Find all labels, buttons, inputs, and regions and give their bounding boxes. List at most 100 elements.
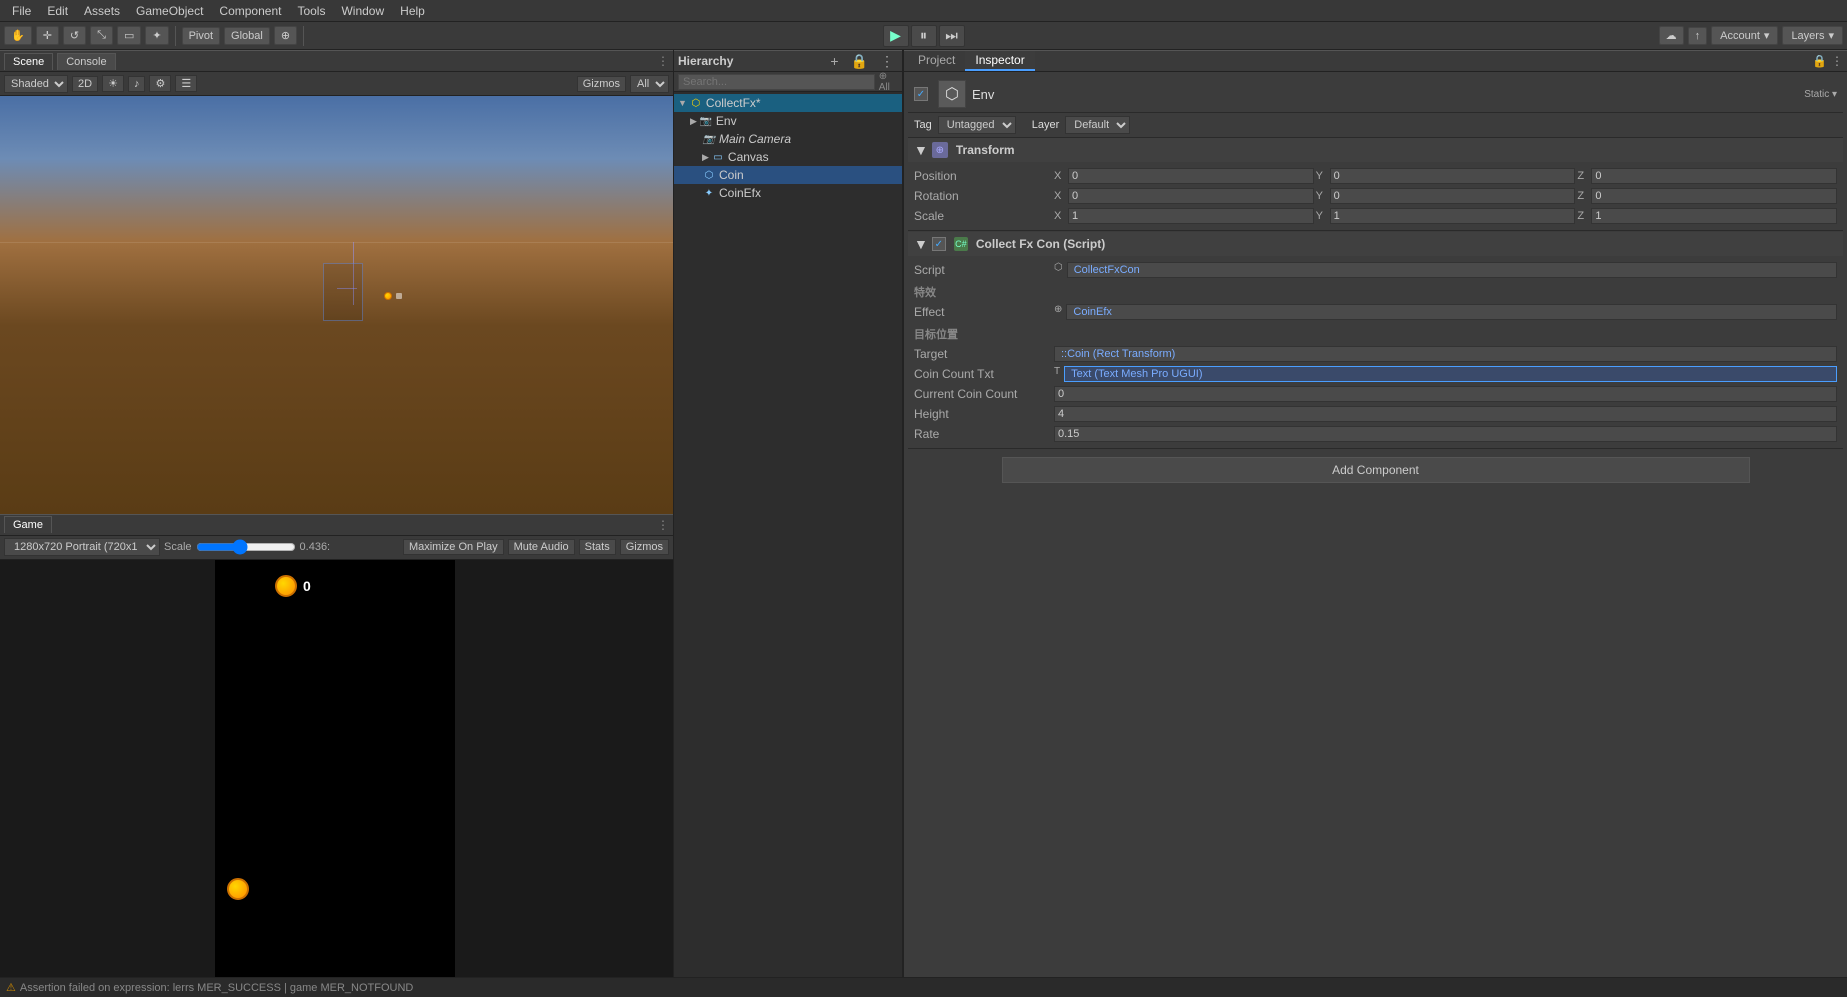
mute-btn[interactable]: Mute Audio — [508, 539, 575, 555]
layers-button[interactable]: Layers ▾ — [1782, 26, 1843, 45]
scene-settings-btn[interactable]: ☰ — [175, 75, 197, 92]
position-row: Position X Y Z — [908, 166, 1843, 186]
scene-tab[interactable]: Scene — [4, 53, 53, 70]
collab-btn[interactable]: ☁ — [1659, 26, 1684, 45]
stats-btn[interactable]: Stats — [579, 539, 616, 555]
game-view[interactable]: 0 — [0, 560, 673, 978]
transform-title: Transform — [956, 143, 1015, 157]
inspector-tab[interactable]: Inspector — [965, 51, 1034, 71]
fx-btn[interactable]: ⚙ — [149, 75, 171, 92]
hierarchy-item-coin[interactable]: ⬡ Coin — [674, 166, 902, 184]
account-button[interactable]: Account ▾ — [1711, 26, 1778, 45]
scale-z-input[interactable] — [1591, 208, 1837, 224]
expand-icon-canvas: ▶ — [702, 152, 709, 163]
pause-button[interactable]: ⏸ — [911, 25, 937, 47]
scene-view[interactable] — [0, 96, 673, 514]
script-ref[interactable]: CollectFxCon — [1067, 262, 1837, 278]
pos-x-input[interactable] — [1068, 168, 1314, 184]
game-viewport: 0 — [215, 560, 455, 978]
ui-coin-count: 0 — [303, 578, 311, 594]
menu-edit[interactable]: Edit — [39, 0, 76, 21]
hand-tool[interactable]: ✋ — [4, 26, 32, 45]
rotation-row: Rotation X Y Z — [908, 186, 1843, 206]
collectfx-header[interactable]: ▼ ✓ C# Collect Fx Con (Script) — [908, 232, 1843, 256]
rect-tool[interactable]: ▭ — [117, 26, 141, 45]
rate-input[interactable] — [1054, 426, 1837, 442]
hierarchy-lock-btn[interactable]: 🔒 — [847, 53, 872, 70]
pos-z-input[interactable] — [1591, 168, 1837, 184]
object-enable-checkbox[interactable]: ✓ — [914, 87, 928, 101]
game-gizmos-btn[interactable]: Gizmos — [620, 539, 669, 555]
extra-btn[interactable]: ⊕ — [274, 26, 297, 45]
hierarchy-item-coinefx[interactable]: ✦ CoinEfx — [674, 184, 902, 202]
z-label: Z — [1577, 170, 1589, 182]
menu-assets[interactable]: Assets — [76, 0, 128, 21]
menu-tools[interactable]: Tools — [289, 0, 333, 21]
efx-icon: ✦ — [702, 186, 716, 200]
play-button[interactable]: ▶ — [883, 25, 909, 47]
menu-help[interactable]: Help — [392, 0, 433, 21]
script-row: Script ⬡ CollectFxCon — [908, 260, 1843, 280]
pivot-btn[interactable]: Pivot — [182, 27, 220, 45]
tag-select[interactable]: Untagged — [938, 116, 1016, 134]
hierarchy-content: ▼ ⬡ CollectFx* ▶ 📷 Env 📷 Main Camera ▶ ▭… — [674, 92, 902, 977]
inspector-lock-btn[interactable]: 🔒 — [1812, 54, 1827, 68]
all-dropdown[interactable]: All — [630, 75, 669, 93]
collectfx-enable-checkbox[interactable]: ✓ — [932, 237, 946, 251]
hierarchy-menu-btn[interactable]: ⋮ — [876, 53, 898, 70]
menu-file[interactable]: File — [4, 0, 39, 21]
collectfx-component: ▼ ✓ C# Collect Fx Con (Script) Script ⬡ … — [908, 232, 1843, 449]
inspector-menu-btn[interactable]: ⋮ — [1831, 54, 1843, 68]
rx-label: X — [1054, 190, 1066, 202]
cloud-btn[interactable]: ↑ — [1688, 27, 1708, 45]
effect-ref[interactable]: CoinEfx — [1066, 304, 1837, 320]
current-coin-input[interactable] — [1054, 386, 1837, 402]
scale-slider[interactable] — [196, 539, 296, 555]
rot-y-input[interactable] — [1330, 188, 1576, 204]
resolution-dropdown[interactable]: 1280x720 Portrait (720x1 — [4, 538, 160, 556]
add-component-button[interactable]: Add Component — [1002, 457, 1750, 483]
pos-y-input[interactable] — [1330, 168, 1576, 184]
project-tab[interactable]: Project — [908, 51, 965, 71]
hierarchy-search-input[interactable] — [678, 74, 875, 90]
gizmos-btn[interactable]: Gizmos — [577, 76, 626, 92]
console-tab[interactable]: Console — [57, 53, 115, 70]
height-input[interactable] — [1054, 406, 1837, 422]
inspector-content: ✓ ⬡ Env Static ▾ Tag Untagged Layer Defa… — [904, 72, 1847, 977]
hierarchy-item-maincamera[interactable]: 📷 Main Camera — [674, 130, 902, 148]
hierarchy-item-env[interactable]: ▶ 📷 Env — [674, 112, 902, 130]
rot-z-input[interactable] — [1591, 188, 1837, 204]
scale-y-input[interactable] — [1330, 208, 1576, 224]
hierarchy-item-collectfx[interactable]: ▼ ⬡ CollectFx* — [674, 94, 902, 112]
scale-tool[interactable]: ⤡ — [90, 26, 113, 45]
rot-x-input[interactable] — [1068, 188, 1314, 204]
shading-dropdown[interactable]: Shaded — [4, 75, 68, 93]
transform-tool[interactable]: ✦ — [145, 26, 168, 45]
static-label: Static ▾ — [1804, 89, 1837, 100]
camera-rect — [323, 263, 363, 321]
menu-component[interactable]: Component — [211, 0, 289, 21]
menu-window[interactable]: Window — [333, 0, 392, 21]
audio-btn[interactable]: ♪ — [128, 76, 146, 92]
scale-x-input[interactable] — [1068, 208, 1314, 224]
move-tool[interactable]: ✛ — [36, 26, 59, 45]
hierarchy-add-btn[interactable]: + — [826, 53, 842, 70]
all-scenes-label: ⊕ All — [879, 71, 898, 93]
menu-gameobject[interactable]: GameObject — [128, 0, 211, 21]
game-tab[interactable]: Game — [4, 516, 52, 533]
maximize-btn[interactable]: Maximize On Play — [403, 539, 504, 555]
step-button[interactable]: ⏭ — [939, 25, 965, 47]
light-btn[interactable]: ☀ — [102, 75, 124, 92]
scene-marker — [396, 293, 402, 299]
coin-icon: ⬡ — [702, 168, 716, 182]
coin-count-txt-row: Coin Count Txt T Text (Text Mesh Pro UGU… — [908, 364, 1843, 384]
2d-toggle[interactable]: 2D — [72, 76, 98, 92]
coin-count-txt-ref[interactable]: Text (Text Mesh Pro UGUI) — [1064, 366, 1837, 382]
target-ref[interactable]: ::Coin (Rect Transform) — [1054, 346, 1837, 362]
rotate-tool[interactable]: ↺ — [63, 26, 86, 45]
hierarchy-item-canvas[interactable]: ▶ ▭ Canvas — [674, 148, 902, 166]
scene-toolbar: Shaded 2D ☀ ♪ ⚙ ☰ Gizmos All — [0, 72, 673, 96]
global-btn[interactable]: Global — [224, 27, 270, 45]
transform-header[interactable]: ▼ ⊕ Transform — [908, 138, 1843, 162]
layer-select[interactable]: Default — [1065, 116, 1130, 134]
